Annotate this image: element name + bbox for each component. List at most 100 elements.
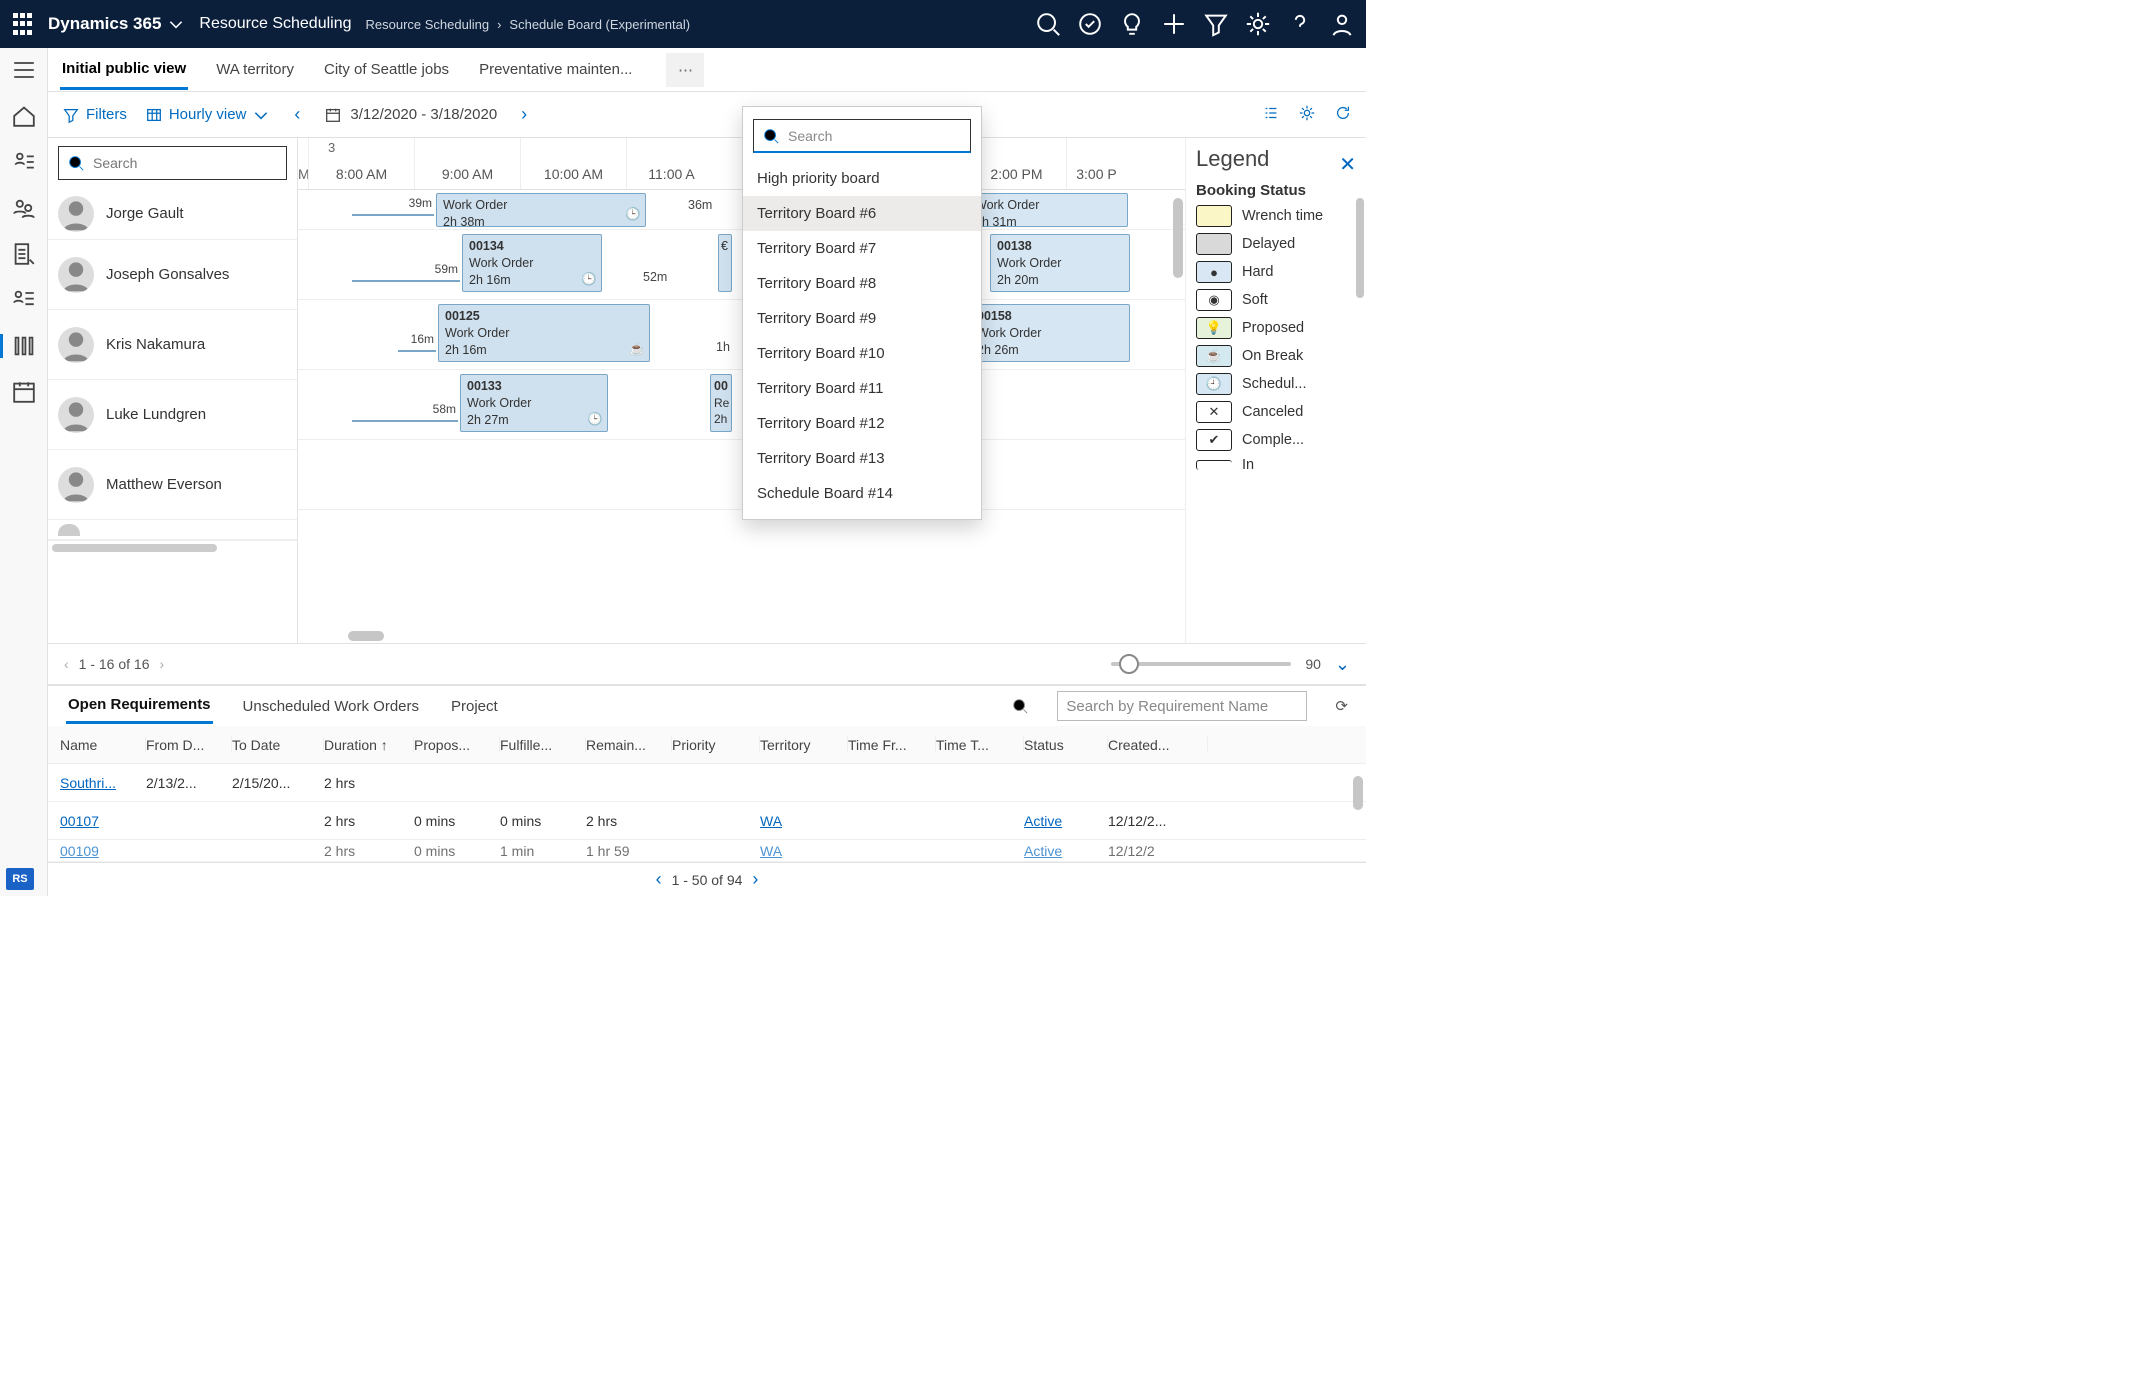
slider-knob[interactable]	[1119, 654, 1139, 674]
tab-initial-view[interactable]: Initial public view	[60, 50, 188, 90]
grid-link[interactable]: Active	[1024, 843, 1108, 859]
nav-resources-icon[interactable]	[10, 150, 38, 174]
popup-item[interactable]: High priority board	[743, 161, 981, 196]
grid-link[interactable]: 00109	[60, 843, 146, 859]
nav-calendar-icon[interactable]	[10, 380, 38, 404]
resource-row[interactable]: Luke Lundgren	[48, 380, 297, 450]
search-icon[interactable]	[1011, 697, 1029, 715]
brand-title[interactable]: Dynamics 365	[48, 14, 185, 34]
tab-wa-territory[interactable]: WA territory	[214, 51, 296, 88]
popup-item[interactable]: Territory Board #7	[743, 231, 981, 266]
nav-scheduleboard-icon[interactable]	[10, 334, 38, 358]
popup-item[interactable]: Territory Board #12	[743, 406, 981, 441]
tab-seattle-jobs[interactable]: City of Seattle jobs	[322, 51, 451, 88]
workorder-card[interactable]: Work Order 2h 31m	[968, 193, 1128, 227]
popup-item[interactable]: Territory Board #9	[743, 301, 981, 336]
help-icon[interactable]	[1286, 10, 1314, 38]
resource-search-input[interactable]: Search	[58, 146, 287, 180]
nav-team-icon[interactable]	[10, 196, 38, 220]
resource-row[interactable]: Matthew Everson	[48, 450, 297, 520]
pager-prev-button[interactable]: ‹	[656, 869, 662, 890]
popup-search-input[interactable]: Search	[753, 119, 971, 153]
popup-item[interactable]: Territory Board #6	[743, 196, 981, 231]
col-priority[interactable]: Priority	[672, 737, 760, 753]
popup-item[interactable]: Schedule Board #14	[743, 476, 981, 511]
area-title[interactable]: Resource Scheduling	[199, 15, 351, 33]
pager-prev-button[interactable]: ‹	[64, 656, 69, 672]
workorder-card[interactable]: 00125 Work Order 2h 16m ☕	[438, 304, 650, 362]
popup-item[interactable]: Territory Board #13	[743, 441, 981, 476]
expand-chevron-icon[interactable]: ⌄	[1335, 654, 1350, 675]
col-territory[interactable]: Territory	[760, 737, 848, 753]
list-view-icon[interactable]	[1262, 104, 1280, 126]
zoom-slider[interactable]	[1111, 662, 1291, 666]
date-range-label[interactable]: 3/12/2020 - 3/18/2020	[324, 106, 497, 124]
tab-project[interactable]: Project	[449, 690, 500, 723]
col-timefrom[interactable]: Time Fr...	[848, 737, 936, 753]
workorder-card[interactable]: Work Order 2h 38m 🕒	[436, 193, 646, 227]
lightbulb-icon[interactable]	[1118, 10, 1146, 38]
board-vscroll[interactable]	[1173, 198, 1183, 635]
rs-badge[interactable]: RS	[6, 868, 34, 890]
nav-home-icon[interactable]	[10, 104, 38, 128]
tab-unscheduled-wo[interactable]: Unscheduled Work Orders	[241, 690, 421, 723]
col-proposed[interactable]: Propos...	[414, 737, 500, 753]
resource-row[interactable]: Jorge Gault	[48, 188, 297, 240]
filters-button[interactable]: Filters	[62, 106, 127, 124]
grid-link[interactable]: Active	[1024, 813, 1108, 829]
grid-row[interactable]: 00109 2 hrs 0 mins 1 min 1 hr 59 WA Acti…	[48, 840, 1366, 862]
user-icon[interactable]	[1328, 10, 1356, 38]
requirement-search-input[interactable]: Search by Requirement Name	[1057, 691, 1307, 721]
date-next-button[interactable]: ›	[515, 104, 533, 125]
grid-link[interactable]: WA	[760, 843, 848, 859]
tab-open-requirements[interactable]: Open Requirements	[66, 688, 213, 724]
app-launcher-icon[interactable]	[10, 12, 34, 36]
resource-row[interactable]: Joseph Gonsalves	[48, 240, 297, 310]
workorder-card-partial[interactable]: 00 Re 2h	[710, 374, 732, 432]
resource-row[interactable]: Kris Nakamura	[48, 310, 297, 380]
nav-peoplelist-icon[interactable]	[10, 288, 38, 312]
col-to[interactable]: To Date	[232, 737, 324, 753]
hourly-view-button[interactable]: Hourly view	[145, 106, 271, 124]
tab-preventative[interactable]: Preventative mainten...	[477, 51, 634, 88]
popup-item[interactable]: Territory Board #8	[743, 266, 981, 301]
col-from[interactable]: From D...	[146, 737, 232, 753]
add-icon[interactable]	[1160, 10, 1188, 38]
refresh-icon[interactable]	[1334, 104, 1352, 126]
close-icon[interactable]: ✕	[1339, 152, 1356, 177]
workorder-card[interactable]: 00158 Work Order 2h 26m	[970, 304, 1130, 362]
workorder-card[interactable]: 00133 Work Order 2h 27m 🕒	[460, 374, 608, 432]
nav-hamburger-icon[interactable]	[10, 58, 38, 82]
grid-link[interactable]: 00107	[60, 813, 146, 829]
board-hscroll[interactable]	[302, 631, 1181, 641]
search-icon[interactable]	[1034, 10, 1062, 38]
resource-hscroll[interactable]	[48, 540, 297, 554]
grid-vscroll[interactable]	[1353, 776, 1363, 846]
col-duration[interactable]: Duration ↑	[324, 737, 414, 753]
grid-row[interactable]: Southri... 2/13/2... 2/15/20... 2 hrs	[48, 764, 1366, 802]
workorder-card[interactable]: 00138 Work Order 2h 20m	[990, 234, 1130, 292]
col-remaining[interactable]: Remain...	[586, 737, 672, 753]
col-fulfilled[interactable]: Fulfille...	[500, 737, 586, 753]
gear-icon[interactable]	[1244, 10, 1272, 38]
col-name[interactable]: Name	[60, 737, 146, 753]
workorder-card[interactable]: 00134 Work Order 2h 16m 🕒	[462, 234, 602, 292]
grid-link[interactable]: WA	[760, 813, 848, 829]
col-status[interactable]: Status	[1024, 737, 1108, 753]
col-timeto[interactable]: Time T...	[936, 737, 1024, 753]
legend-vscroll[interactable]	[1356, 198, 1364, 398]
workorder-card-partial[interactable]: €	[718, 234, 732, 292]
task-icon[interactable]	[1076, 10, 1104, 38]
date-prev-button[interactable]: ‹	[288, 104, 306, 125]
filter-icon[interactable]	[1202, 10, 1230, 38]
col-created[interactable]: Created...	[1108, 737, 1208, 753]
pager-next-button[interactable]: ›	[160, 656, 165, 672]
tabs-overflow-icon[interactable]: ⋯	[666, 53, 704, 87]
board-settings-icon[interactable]	[1298, 104, 1316, 126]
nav-workorders-icon[interactable]	[10, 242, 38, 266]
breadcrumb-2[interactable]: Schedule Board (Experimental)	[509, 17, 690, 32]
pager-next-button[interactable]: ›	[752, 869, 758, 890]
popup-item[interactable]: Territory Board #11	[743, 371, 981, 406]
grid-link[interactable]: Southri...	[60, 775, 146, 791]
refresh-icon[interactable]: ⟳	[1335, 697, 1348, 715]
